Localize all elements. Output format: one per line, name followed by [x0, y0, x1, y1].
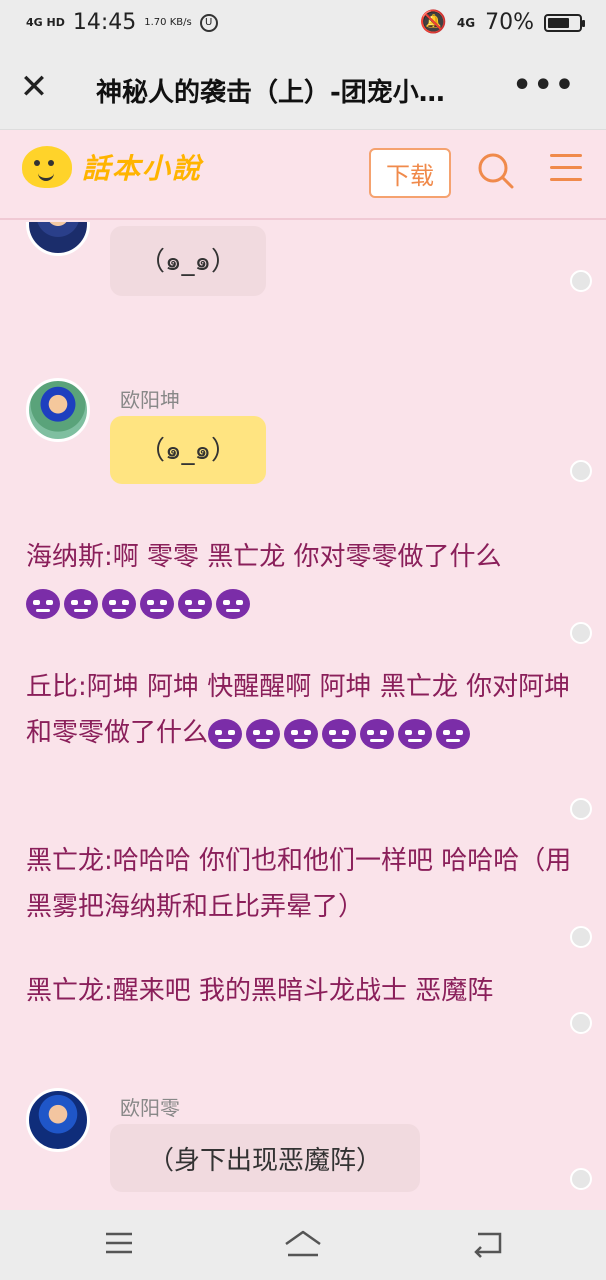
signal-indicator: 4G	[456, 15, 476, 30]
usb-icon: U	[199, 13, 218, 32]
devil-emoji-icon	[322, 718, 357, 749]
network-speed: 1.70 KB/s	[144, 16, 192, 28]
devil-emoji-icon	[26, 588, 60, 619]
system-nav-bar	[0, 1210, 606, 1280]
comment-dot[interactable]	[570, 926, 592, 948]
chapter-content[interactable]: （๑_๑） 欧阳坤 （๑_๑） 海纳斯:啊 零零 黑亡龙 你对零零做了什么 丘比…	[0, 222, 606, 1210]
chat-bubble: （身下出现恶魔阵）	[110, 1124, 420, 1192]
download-button[interactable]: 下载	[369, 148, 451, 198]
battery-icon	[544, 13, 585, 32]
comment-dot[interactable]	[570, 1012, 592, 1034]
menu-icon[interactable]	[550, 154, 582, 184]
devil-emoji-icon	[64, 588, 98, 619]
avatar	[26, 222, 90, 256]
status-bar: 4G HD 14:45 1.70 KB/s U 🔕 4G 70%	[0, 0, 606, 48]
story-paragraph: 丘比:阿坤 阿坤 快醒醒啊 阿坤 黑亡龙 你对阿坤和零零做了什么	[26, 664, 574, 756]
story-paragraph: 黑亡龙:醒来吧 我的黑暗斗龙战士 恶魔阵	[26, 976, 494, 1006]
devil-emoji-icon	[178, 588, 212, 619]
more-options-icon[interactable]: •••	[512, 68, 576, 103]
speaker-name: 欧阳坤	[120, 388, 180, 412]
chat-bubble: （๑_๑）	[110, 416, 266, 484]
brand-name: 話本小說	[82, 152, 203, 185]
home-icon[interactable]	[282, 1228, 324, 1260]
emoji-group	[208, 718, 474, 749]
devil-emoji-icon	[140, 588, 174, 619]
devil-emoji-icon	[398, 718, 433, 749]
comment-dot[interactable]	[570, 1168, 592, 1190]
back-icon[interactable]	[472, 1228, 504, 1258]
emoji-group	[26, 588, 254, 619]
network-indicator: 4G HD	[26, 15, 65, 29]
title-bar: ✕ 神秘人的袭击（上）-团宠小… •••	[0, 48, 606, 130]
devil-emoji-icon	[246, 718, 281, 749]
avatar	[26, 1088, 90, 1152]
mute-icon: 🔕	[419, 10, 447, 35]
devil-emoji-icon	[102, 588, 136, 619]
avatar	[26, 378, 90, 442]
recent-apps-icon[interactable]	[104, 1228, 134, 1258]
chat-bubble: （๑_๑）	[110, 226, 266, 296]
site-header: 話本小說 下载	[0, 130, 606, 220]
devil-emoji-icon	[216, 588, 250, 619]
mascot-icon	[22, 146, 72, 188]
site-logo[interactable]: 話本小說	[22, 146, 202, 188]
story-paragraph: 黑亡龙:哈哈哈 你们也和他们一样吧 哈哈哈（用黑雾把海纳斯和丘比弄晕了）	[26, 846, 572, 922]
clock: 14:45	[72, 10, 137, 35]
devil-emoji-icon	[360, 718, 395, 749]
page-title: 神秘人的袭击（上）-团宠小…	[96, 78, 445, 108]
paragraph-text: 海纳斯:啊 零零 黑亡龙 你对零零做了什么	[26, 542, 502, 572]
comment-dot[interactable]	[570, 270, 592, 292]
devil-emoji-icon	[208, 718, 243, 749]
story-paragraph: 海纳斯:啊 零零 黑亡龙 你对零零做了什么	[26, 534, 574, 626]
comment-dot[interactable]	[570, 460, 592, 482]
devil-emoji-icon	[284, 718, 319, 749]
battery-percent: 70%	[485, 10, 534, 35]
speaker-name: 欧阳零	[120, 1096, 180, 1120]
comment-dot[interactable]	[570, 798, 592, 820]
close-icon[interactable]: ✕	[18, 70, 50, 104]
search-icon[interactable]	[477, 152, 515, 190]
comment-dot[interactable]	[570, 622, 592, 644]
devil-emoji-icon	[436, 718, 471, 749]
